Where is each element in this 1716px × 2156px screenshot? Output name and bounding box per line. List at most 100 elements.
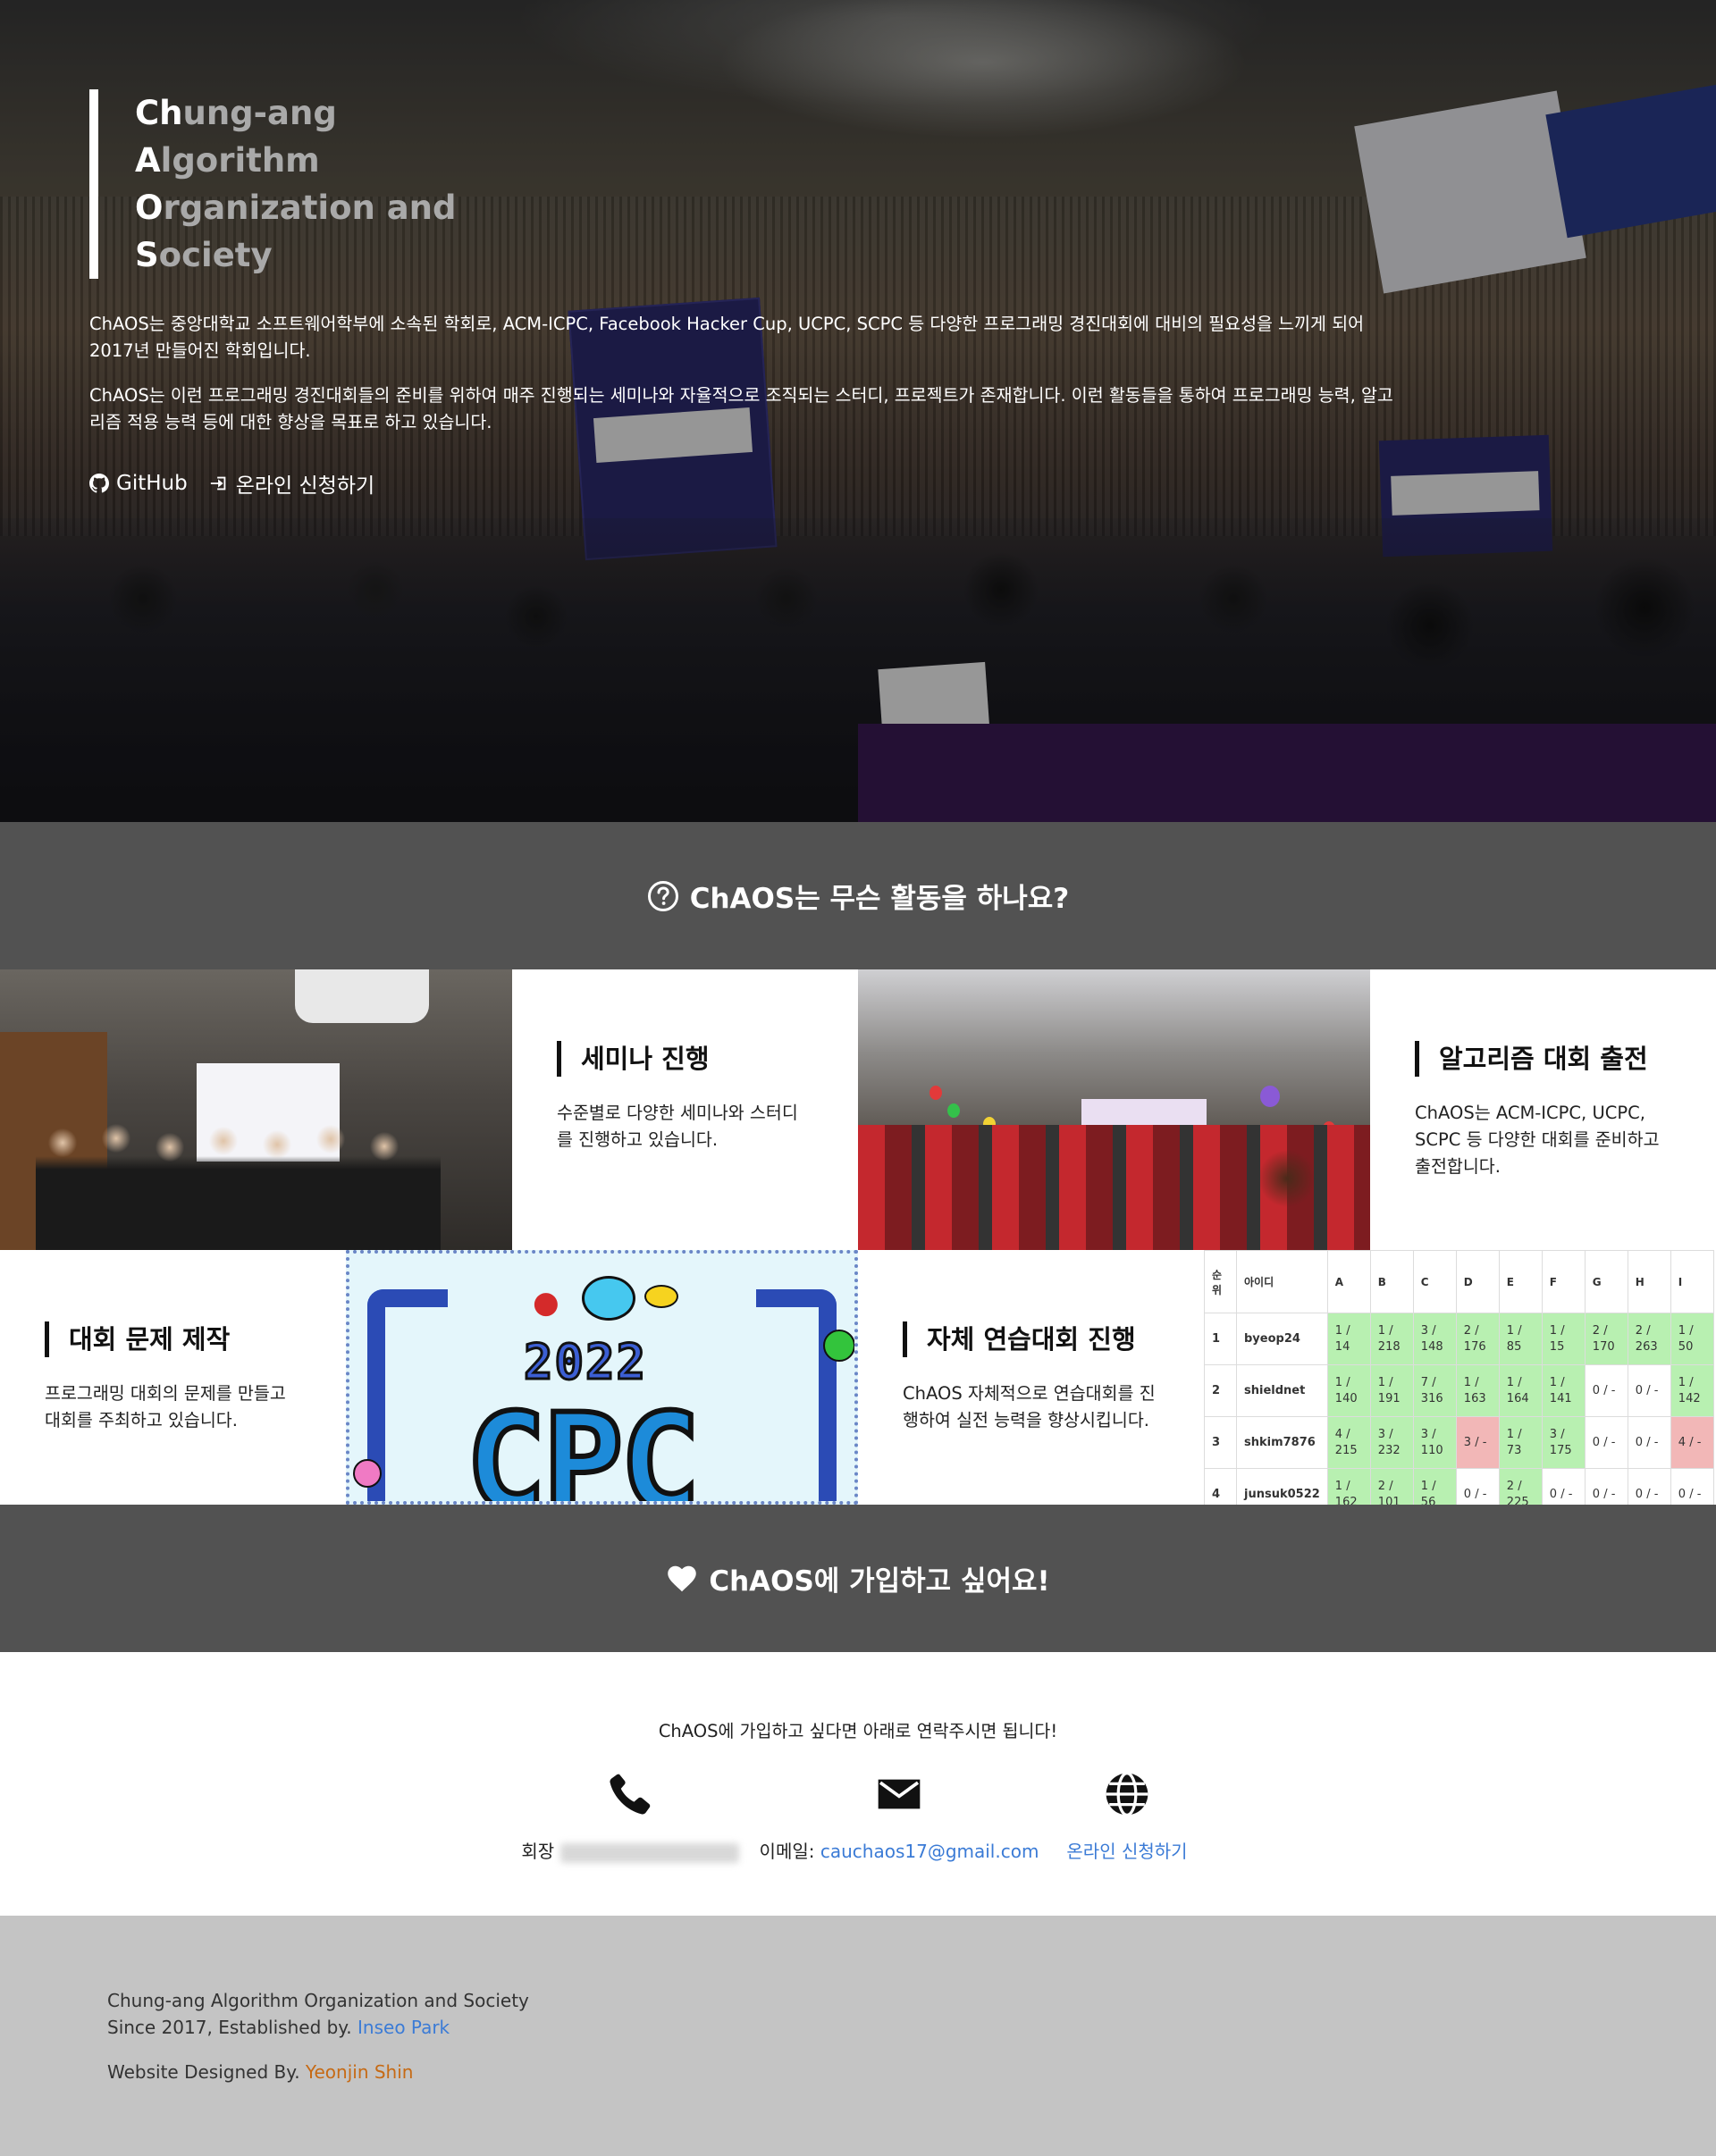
- contact-apply: 온라인 신청하기: [1038, 1769, 1216, 1863]
- result-cell: 3 / 110: [1412, 1416, 1457, 1469]
- hero-links: GitHub 온라인 신청하기: [89, 468, 1394, 499]
- result-cell: 1 / 141: [1541, 1364, 1586, 1417]
- problem-header: C: [1412, 1250, 1457, 1313]
- result-cell: 1 / 140: [1326, 1364, 1371, 1417]
- scoreboard-header-row: 순위 아이디 ABCDEFGHI: [1204, 1250, 1714, 1313]
- president-label: 회장: [521, 1841, 555, 1862]
- join-header: ChAOS에 가입하고 싶어요!: [0, 1505, 1716, 1652]
- result-cell: 7 / 316: [1412, 1364, 1457, 1417]
- sign-in-icon: [210, 476, 226, 491]
- intro-paragraph: ChAOS는 중앙대학교 소프트웨어학부에 소속된 학회로, ACM-ICPC,…: [89, 314, 1365, 361]
- club-intro: ChAOS는 중앙대학교 소프트웨어학부에 소속된 학회로, ACM-ICPC,…: [89, 311, 1394, 436]
- hero-content: Chung-ang Algorithm Organization and Soc…: [89, 89, 1394, 499]
- apply-online-link[interactable]: 온라인 신청하기: [1066, 1841, 1187, 1862]
- result-cell: 0 / -: [1627, 1468, 1671, 1505]
- hero-section: Chung-ang Algorithm Organization and Soc…: [0, 0, 1716, 822]
- practice-card: 자체 연습대회 진행 ChAOS 자체적으로 연습대회를 진행하여 실전 능력을…: [858, 1250, 1204, 1505]
- github-label: GitHub: [116, 472, 188, 495]
- user-id-cell: byeop24: [1236, 1313, 1328, 1365]
- phone-icon: [610, 1774, 651, 1815]
- acronym-line: Organization and: [135, 189, 457, 227]
- result-cell: 1 / 164: [1498, 1364, 1543, 1417]
- seminar-card: 세미나 진행 수준별로 다양한 세미나와 스터디를 진행하고 있습니다.: [512, 969, 858, 1250]
- problem-header: F: [1541, 1250, 1586, 1313]
- email-contact: 이메일: cauchaos17@gmail.com: [760, 1837, 1039, 1863]
- problem-header: A: [1326, 1250, 1371, 1313]
- apply-link[interactable]: 온라인 신청하기: [209, 468, 374, 499]
- problem-header: E: [1498, 1250, 1543, 1313]
- result-cell: 2 / 101: [1369, 1468, 1414, 1505]
- rank-cell: 3: [1204, 1416, 1237, 1469]
- result-cell: 1 / 191: [1369, 1364, 1414, 1417]
- cherry-icon: ●: [533, 1285, 559, 1321]
- problem-desc: 프로그래밍 대회의 문제를 만들고 대회를 주최하고 있습니다.: [45, 1383, 286, 1430]
- email-link[interactable]: cauchaos17@gmail.com: [820, 1841, 1039, 1862]
- result-cell: 1 / 85: [1498, 1313, 1543, 1365]
- contest-card: 알고리즘 대회 출전 ChAOS는 ACM-ICPC, UCPC, SCPC 등…: [1370, 969, 1716, 1250]
- footer-established: Since 2017, Established by. Inseo Park: [107, 2017, 450, 2038]
- contest-title: 알고리즘 대회 출전: [1415, 1041, 1671, 1077]
- globe-icon: [1106, 1772, 1148, 1816]
- rank-header: 순위: [1204, 1250, 1237, 1313]
- activities-title: ChAOS는 무슨 활동을 하나요?: [689, 883, 1070, 915]
- frog-icon: [823, 1330, 854, 1362]
- join-section: ChAOS에 가입하고 싶다면 아래로 연락주시면 됩니다! 회장 이메일: c…: [0, 1652, 1716, 1916]
- chick-icon: [644, 1285, 678, 1308]
- result-cell: 0 / -: [1627, 1364, 1671, 1417]
- activity-row: 대회 문제 제작 프로그래밍 대회의 문제를 만들고 대회를 주최하고 있습니다…: [0, 1250, 1716, 1505]
- result-cell: 0 / -: [1584, 1364, 1628, 1417]
- footer-design-credit: Website Designed By. Yeonjin Shin: [107, 2061, 414, 2083]
- contest-desc: ChAOS는 ACM-ICPC, UCPC, SCPC 등 다양한 대회를 준비…: [1415, 1103, 1660, 1177]
- apply-label: 온라인 신청하기: [235, 474, 375, 498]
- pig-icon: [353, 1459, 382, 1488]
- result-cell: 2 / 170: [1584, 1313, 1628, 1365]
- footer: Chung-ang Algorithm Organization and Soc…: [0, 1916, 1716, 2156]
- result-cell: 1 / 56: [1412, 1468, 1457, 1505]
- cpc-title: CPC: [463, 1386, 703, 1505]
- github-icon: [89, 474, 109, 493]
- scoreboard: 순위 아이디 ABCDEFGHI 1 byeop24 1 / 14 1 / 218 3 …: [1204, 1250, 1716, 1505]
- rank-cell: 2: [1204, 1364, 1237, 1417]
- result-cell: 3 / 232: [1369, 1416, 1414, 1469]
- user-id-cell: shieldnet: [1236, 1364, 1328, 1417]
- join-text: ChAOS에 가입하고 싶다면 아래로 연락주시면 됩니다!: [658, 1721, 1058, 1741]
- result-cell: 3 / -: [1455, 1416, 1500, 1469]
- problem-header: I: [1670, 1250, 1714, 1313]
- intro-paragraph: ChAOS는 이런 프로그래밍 경진대회들의 준비를 위하여 매주 진행되는 세…: [89, 385, 1393, 432]
- problem-header: D: [1455, 1250, 1500, 1313]
- contact-list: 회장 이메일: cauchaos17@gmail.com 온라인 신청하기: [0, 1769, 1716, 1863]
- result-cell: 1 / 15: [1541, 1313, 1586, 1365]
- result-cell: 0 / -: [1584, 1468, 1628, 1505]
- activity-grid: 세미나 진행 수준별로 다양한 세미나와 스터디를 진행하고 있습니다. 알고리…: [0, 969, 1716, 1505]
- result-cell: 4 / 215: [1326, 1416, 1371, 1469]
- user-id-cell: shkim7876: [1236, 1416, 1328, 1469]
- result-cell: 3 / 148: [1412, 1313, 1457, 1365]
- designer-link[interactable]: Yeonjin Shin: [306, 2061, 414, 2083]
- seminar-desc: 수준별로 다양한 세미나와 스터디를 진행하고 있습니다.: [557, 1103, 798, 1150]
- footer-org-name: Chung-ang Algorithm Organization and Soc…: [107, 1990, 529, 2011]
- cpc-poster: ● 2022 CPC: [346, 1250, 858, 1505]
- result-cell: 2 / 176: [1455, 1313, 1500, 1365]
- user-id-cell: junsuk0522: [1236, 1468, 1328, 1505]
- result-cell: 2 / 263: [1627, 1313, 1671, 1365]
- github-link[interactable]: GitHub: [89, 468, 188, 499]
- dragon-icon: [582, 1276, 635, 1321]
- seminar-photo: [0, 969, 512, 1250]
- founder-link[interactable]: Inseo Park: [358, 2017, 450, 2038]
- rank-cell: 4: [1204, 1468, 1237, 1505]
- join-title: ChAOS에 가입하고 싶어요!: [709, 1565, 1050, 1598]
- problem-card: 대회 문제 제작 프로그래밍 대회의 문제를 만들고 대회를 주최하고 있습니다…: [0, 1250, 346, 1505]
- redacted-phone: [559, 1842, 739, 1863]
- contest-photo: [858, 969, 1370, 1250]
- practice-desc: ChAOS 자체적으로 연습대회를 진행하여 실전 능력을 향상시킵니다.: [903, 1383, 1156, 1430]
- email-label: 이메일:: [759, 1841, 815, 1862]
- seminar-title: 세미나 진행: [557, 1041, 813, 1077]
- result-cell: 2 / 225: [1498, 1468, 1543, 1505]
- table-row: 3 shkim7876 4 / 215 3 / 232 3 / 110 3 / -1 / …: [1204, 1416, 1714, 1469]
- acronym-line: Chung-ang: [135, 94, 337, 132]
- activities-header: ChAOS는 무슨 활동을 하나요?: [0, 822, 1716, 969]
- heart-icon: [668, 1565, 697, 1591]
- result-cell: 1 / 218: [1369, 1313, 1414, 1365]
- rank-cell: 1: [1204, 1313, 1237, 1365]
- result-cell: 0 / -: [1455, 1468, 1500, 1505]
